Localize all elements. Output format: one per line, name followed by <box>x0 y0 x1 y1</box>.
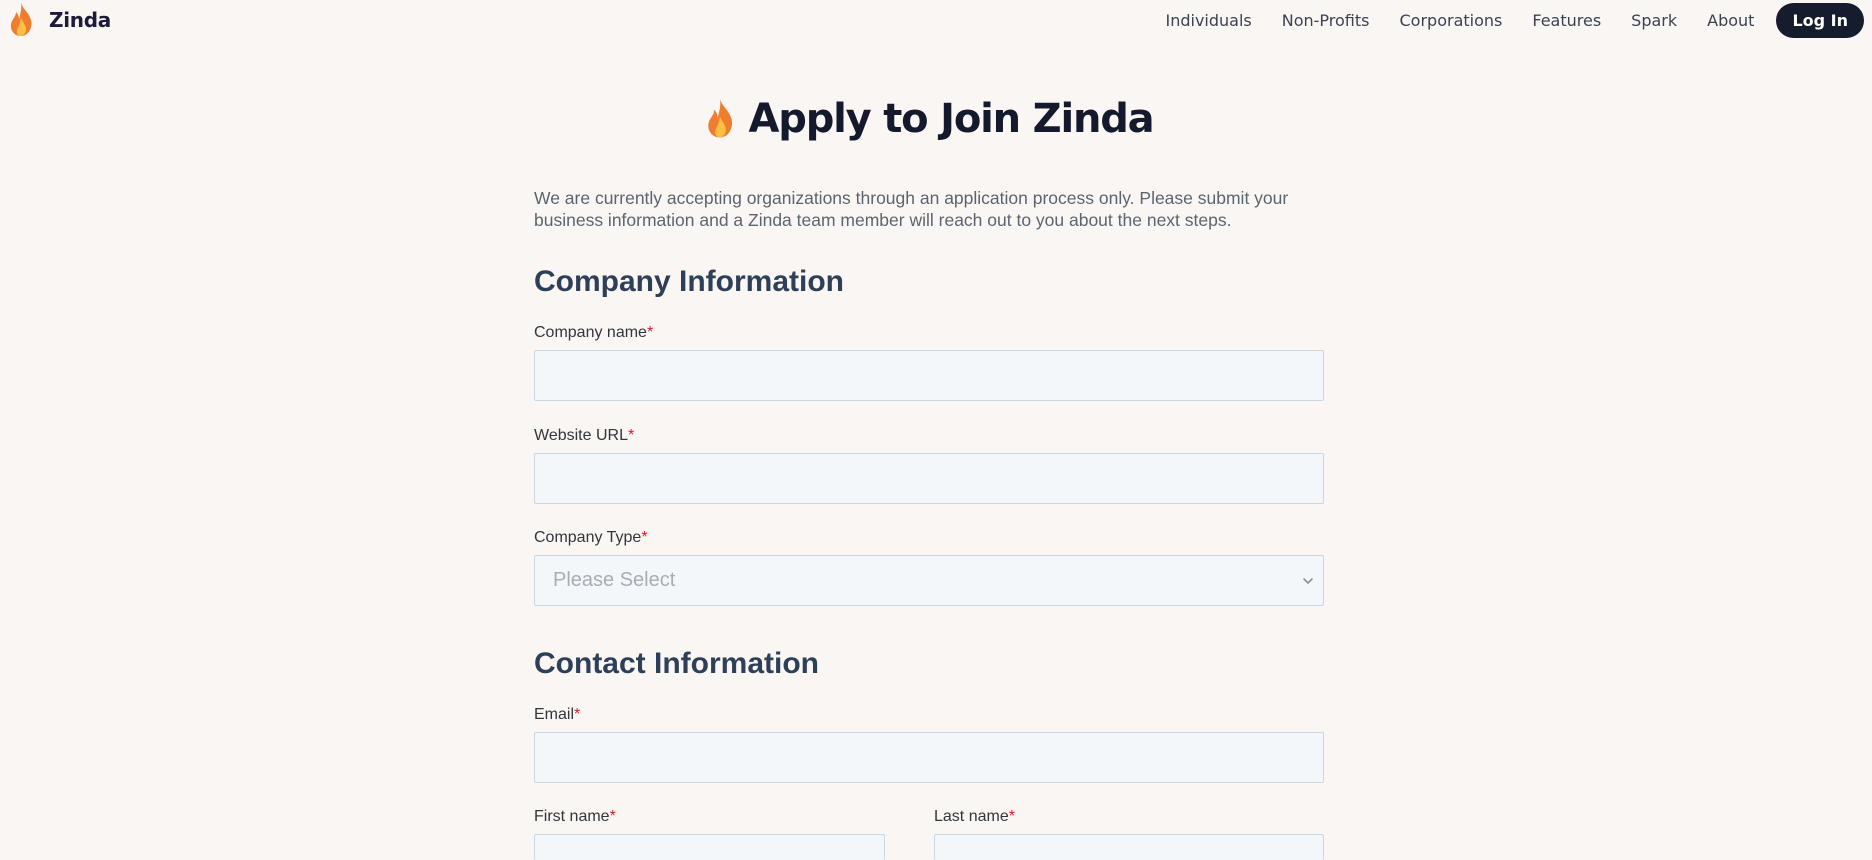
nav-features[interactable]: Features <box>1532 11 1601 30</box>
chevron-down-icon <box>1301 574 1315 588</box>
nav-about[interactable]: About <box>1707 11 1754 30</box>
login-button[interactable]: Log In <box>1776 3 1864 38</box>
required-marker: * <box>1008 808 1015 825</box>
logo-text: Zinda <box>49 8 111 32</box>
logo-link[interactable]: Zinda <box>8 2 111 38</box>
nav-spark[interactable]: Spark <box>1631 11 1677 30</box>
email-label: Email* <box>534 706 580 724</box>
website-url-label: Website URL* <box>534 427 634 445</box>
main-nav: Individuals Non-Profits Corporations Fea… <box>1165 3 1864 38</box>
first-name-label: First name* <box>534 808 616 826</box>
company-type-label: Company Type* <box>534 529 648 547</box>
email-input[interactable] <box>534 732 1324 783</box>
contact-info-heading: Contact Information <box>534 647 819 680</box>
top-navigation-bar: Zinda Individuals Non-Profits Corporatio… <box>0 0 1872 40</box>
nav-individuals[interactable]: Individuals <box>1165 11 1251 30</box>
nav-non-profits[interactable]: Non-Profits <box>1282 11 1370 30</box>
nav-corporations[interactable]: Corporations <box>1400 11 1503 30</box>
website-url-input[interactable] <box>534 453 1324 504</box>
required-marker: * <box>574 706 581 723</box>
company-info-heading: Company Information <box>534 265 845 298</box>
company-name-label: Company name* <box>534 324 653 342</box>
company-name-label-text: Company name <box>534 324 647 341</box>
last-name-input[interactable] <box>934 834 1324 860</box>
page-title: Apply to Join Zinda <box>534 96 1324 142</box>
email-label-text: Email <box>534 706 575 723</box>
company-type-selected-value: Please Select <box>553 569 676 591</box>
required-marker: * <box>641 529 648 546</box>
company-type-select[interactable]: Please Select <box>534 555 1324 606</box>
first-name-label-text: First name <box>534 808 610 825</box>
last-name-label-text: Last name <box>934 808 1009 825</box>
required-marker: * <box>609 808 616 825</box>
website-url-label-text: Website URL <box>534 427 628 444</box>
flame-icon <box>8 2 34 38</box>
intro-text: We are currently accepting organizations… <box>534 188 1289 230</box>
last-name-label: Last name* <box>934 808 1015 826</box>
company-name-input[interactable] <box>534 350 1324 401</box>
page-title-text: Apply to Join Zinda <box>748 96 1155 142</box>
first-name-input[interactable] <box>534 834 885 860</box>
required-marker: * <box>646 324 654 341</box>
required-marker: * <box>627 427 635 444</box>
company-type-label-text: Company Type <box>534 529 642 546</box>
flame-icon <box>705 98 749 140</box>
